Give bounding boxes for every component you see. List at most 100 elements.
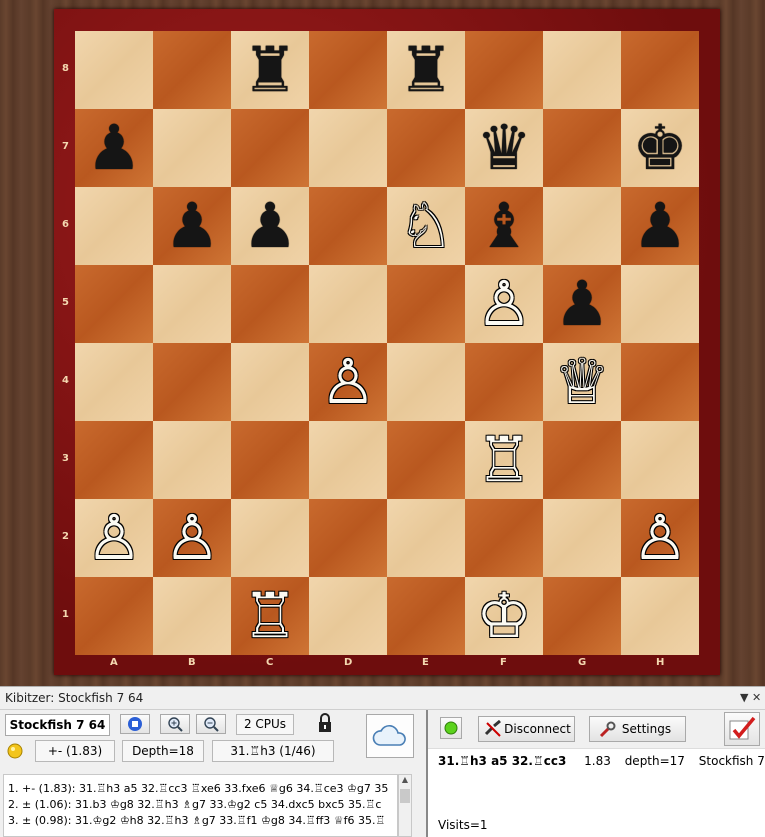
square-b4[interactable] bbox=[153, 343, 231, 421]
square-b7[interactable] bbox=[153, 109, 231, 187]
disconnect-button[interactable]: Disconnect bbox=[478, 716, 575, 742]
scroll-thumb[interactable] bbox=[400, 789, 410, 803]
square-d3[interactable] bbox=[309, 421, 387, 499]
white-queen-g4[interactable]: ♕ bbox=[543, 343, 621, 421]
chevron-down-icon[interactable]: ▼ bbox=[740, 687, 748, 709]
white-rook-f3[interactable]: ♖ bbox=[465, 421, 543, 499]
black-queen-f7[interactable]: ♛ bbox=[465, 109, 543, 187]
square-h5[interactable] bbox=[621, 265, 699, 343]
square-d1[interactable] bbox=[309, 577, 387, 655]
white-pawn-b2[interactable]: ♙ bbox=[153, 499, 231, 577]
white-pawn-f5[interactable]: ♙ bbox=[465, 265, 543, 343]
rank-label-2: 2 bbox=[62, 531, 69, 542]
square-e3[interactable] bbox=[387, 421, 465, 499]
square-g1[interactable] bbox=[543, 577, 621, 655]
square-d2[interactable] bbox=[309, 499, 387, 577]
square-a4[interactable] bbox=[75, 343, 153, 421]
zoom-out-icon bbox=[204, 717, 219, 732]
square-c5[interactable] bbox=[231, 265, 309, 343]
square-h1[interactable] bbox=[621, 577, 699, 655]
square-b8[interactable] bbox=[153, 31, 231, 109]
square-h3[interactable] bbox=[621, 421, 699, 499]
square-b3[interactable] bbox=[153, 421, 231, 499]
analysis-lines[interactable]: 1. +- (1.83): 31.♖h3 a5 32.♖cc3 ♖xe6 33.… bbox=[3, 774, 398, 837]
white-rook-c1[interactable]: ♖ bbox=[231, 577, 309, 655]
square-e1[interactable] bbox=[387, 577, 465, 655]
vertical-scrollbar[interactable]: ▲ bbox=[398, 774, 412, 837]
square-f4[interactable] bbox=[465, 343, 543, 421]
square-b5[interactable] bbox=[153, 265, 231, 343]
black-pawn-g5[interactable]: ♟ bbox=[543, 265, 621, 343]
black-bishop-f6[interactable]: ♝ bbox=[465, 187, 543, 265]
square-c4[interactable] bbox=[231, 343, 309, 421]
square-f8[interactable] bbox=[465, 31, 543, 109]
stop-button[interactable] bbox=[120, 714, 150, 734]
square-e5[interactable] bbox=[387, 265, 465, 343]
file-label-a: A bbox=[110, 657, 118, 668]
kibitzer-title: Kibitzer: Stockfish 7 64 bbox=[5, 691, 144, 705]
square-g3[interactable] bbox=[543, 421, 621, 499]
black-pawn-b6[interactable]: ♟ bbox=[153, 187, 231, 265]
square-a6[interactable] bbox=[75, 187, 153, 265]
chess-board[interactable]: ♜ ♜ ♟ ♛ ♚ ♟ ♟ ♘ ♝ ♟ ♙ ♟ ♙ ♕ ♖ ♙ ♙ ♙ ♖ ♔ bbox=[75, 31, 699, 655]
square-e7[interactable] bbox=[387, 109, 465, 187]
cpu-count[interactable]: 2 CPUs bbox=[236, 714, 294, 735]
zoom-in-button[interactable] bbox=[160, 714, 190, 734]
white-king-f1[interactable]: ♔ bbox=[465, 577, 543, 655]
square-d7[interactable] bbox=[309, 109, 387, 187]
kibitzer-panel: Kibitzer: Stockfish 7 64 ▼ ✕ Stockfish 7… bbox=[0, 686, 765, 837]
engine-pane: Stockfish 7 64 2 CPUs +- (1.83) Depth=18… bbox=[0, 710, 424, 837]
black-king-h7[interactable]: ♚ bbox=[621, 109, 699, 187]
file-label-h: H bbox=[656, 657, 665, 668]
square-g8[interactable] bbox=[543, 31, 621, 109]
square-a8[interactable] bbox=[75, 31, 153, 109]
engine-name-label: Stockfish 7 64 bbox=[5, 714, 110, 736]
black-pawn-h6[interactable]: ♟ bbox=[621, 187, 699, 265]
square-g6[interactable] bbox=[543, 187, 621, 265]
black-pawn-a7[interactable]: ♟ bbox=[75, 109, 153, 187]
square-c7[interactable] bbox=[231, 109, 309, 187]
white-pawn-a2[interactable]: ♙ bbox=[75, 499, 153, 577]
square-g2[interactable] bbox=[543, 499, 621, 577]
square-a3[interactable] bbox=[75, 421, 153, 499]
rank-label-1: 1 bbox=[62, 609, 69, 620]
square-a1[interactable] bbox=[75, 577, 153, 655]
zoom-out-button[interactable] bbox=[196, 714, 226, 734]
square-h8[interactable] bbox=[621, 31, 699, 109]
file-label-f: F bbox=[500, 657, 507, 668]
confirm-button[interactable] bbox=[724, 712, 760, 746]
square-c2[interactable] bbox=[231, 499, 309, 577]
visits-count: Visits=1 bbox=[438, 818, 488, 832]
black-pawn-c6[interactable]: ♟ bbox=[231, 187, 309, 265]
square-b1[interactable] bbox=[153, 577, 231, 655]
file-label-e: E bbox=[422, 657, 429, 668]
analysis-line-1[interactable]: 1. +- (1.83): 31.♖h3 a5 32.♖cc3 ♖xe6 33.… bbox=[4, 781, 397, 797]
square-f2[interactable] bbox=[465, 499, 543, 577]
white-pawn-d4[interactable]: ♙ bbox=[309, 343, 387, 421]
settings-button[interactable]: Settings bbox=[589, 716, 686, 742]
square-g7[interactable] bbox=[543, 109, 621, 187]
lock-icon[interactable] bbox=[316, 712, 336, 734]
rank-label-3: 3 bbox=[62, 453, 69, 464]
disconnect-icon bbox=[484, 719, 504, 746]
analysis-line-3[interactable]: 3. ± (0.98): 31.♔g2 ♔h8 32.♖h3 ♗g7 33.♖f… bbox=[4, 813, 397, 829]
square-d5[interactable] bbox=[309, 265, 387, 343]
best-line: 31.♖h3 a5 32.♖cc3 bbox=[438, 754, 567, 768]
square-e4[interactable] bbox=[387, 343, 465, 421]
cloud-button[interactable] bbox=[366, 714, 414, 758]
square-d6[interactable] bbox=[309, 187, 387, 265]
black-rook-c8[interactable]: ♜ bbox=[231, 31, 309, 109]
square-e2[interactable] bbox=[387, 499, 465, 577]
close-icon[interactable]: ✕ bbox=[752, 687, 761, 709]
black-rook-e8[interactable]: ♜ bbox=[387, 31, 465, 109]
analysis-line-2[interactable]: 2. ± (1.06): 31.b3 ♔g8 32.♖h3 ♗g7 33.♔g2… bbox=[4, 797, 397, 813]
cloud-pane: Disconnect Settings 31.♖h3 a5 32.♖cc3 1.… bbox=[426, 710, 765, 837]
connection-status-icon bbox=[440, 717, 462, 739]
square-h4[interactable] bbox=[621, 343, 699, 421]
square-d8[interactable] bbox=[309, 31, 387, 109]
square-a5[interactable] bbox=[75, 265, 153, 343]
white-pawn-h2[interactable]: ♙ bbox=[621, 499, 699, 577]
scroll-up-icon[interactable]: ▲ bbox=[399, 775, 411, 784]
white-knight-e6[interactable]: ♘ bbox=[387, 187, 465, 265]
square-c3[interactable] bbox=[231, 421, 309, 499]
